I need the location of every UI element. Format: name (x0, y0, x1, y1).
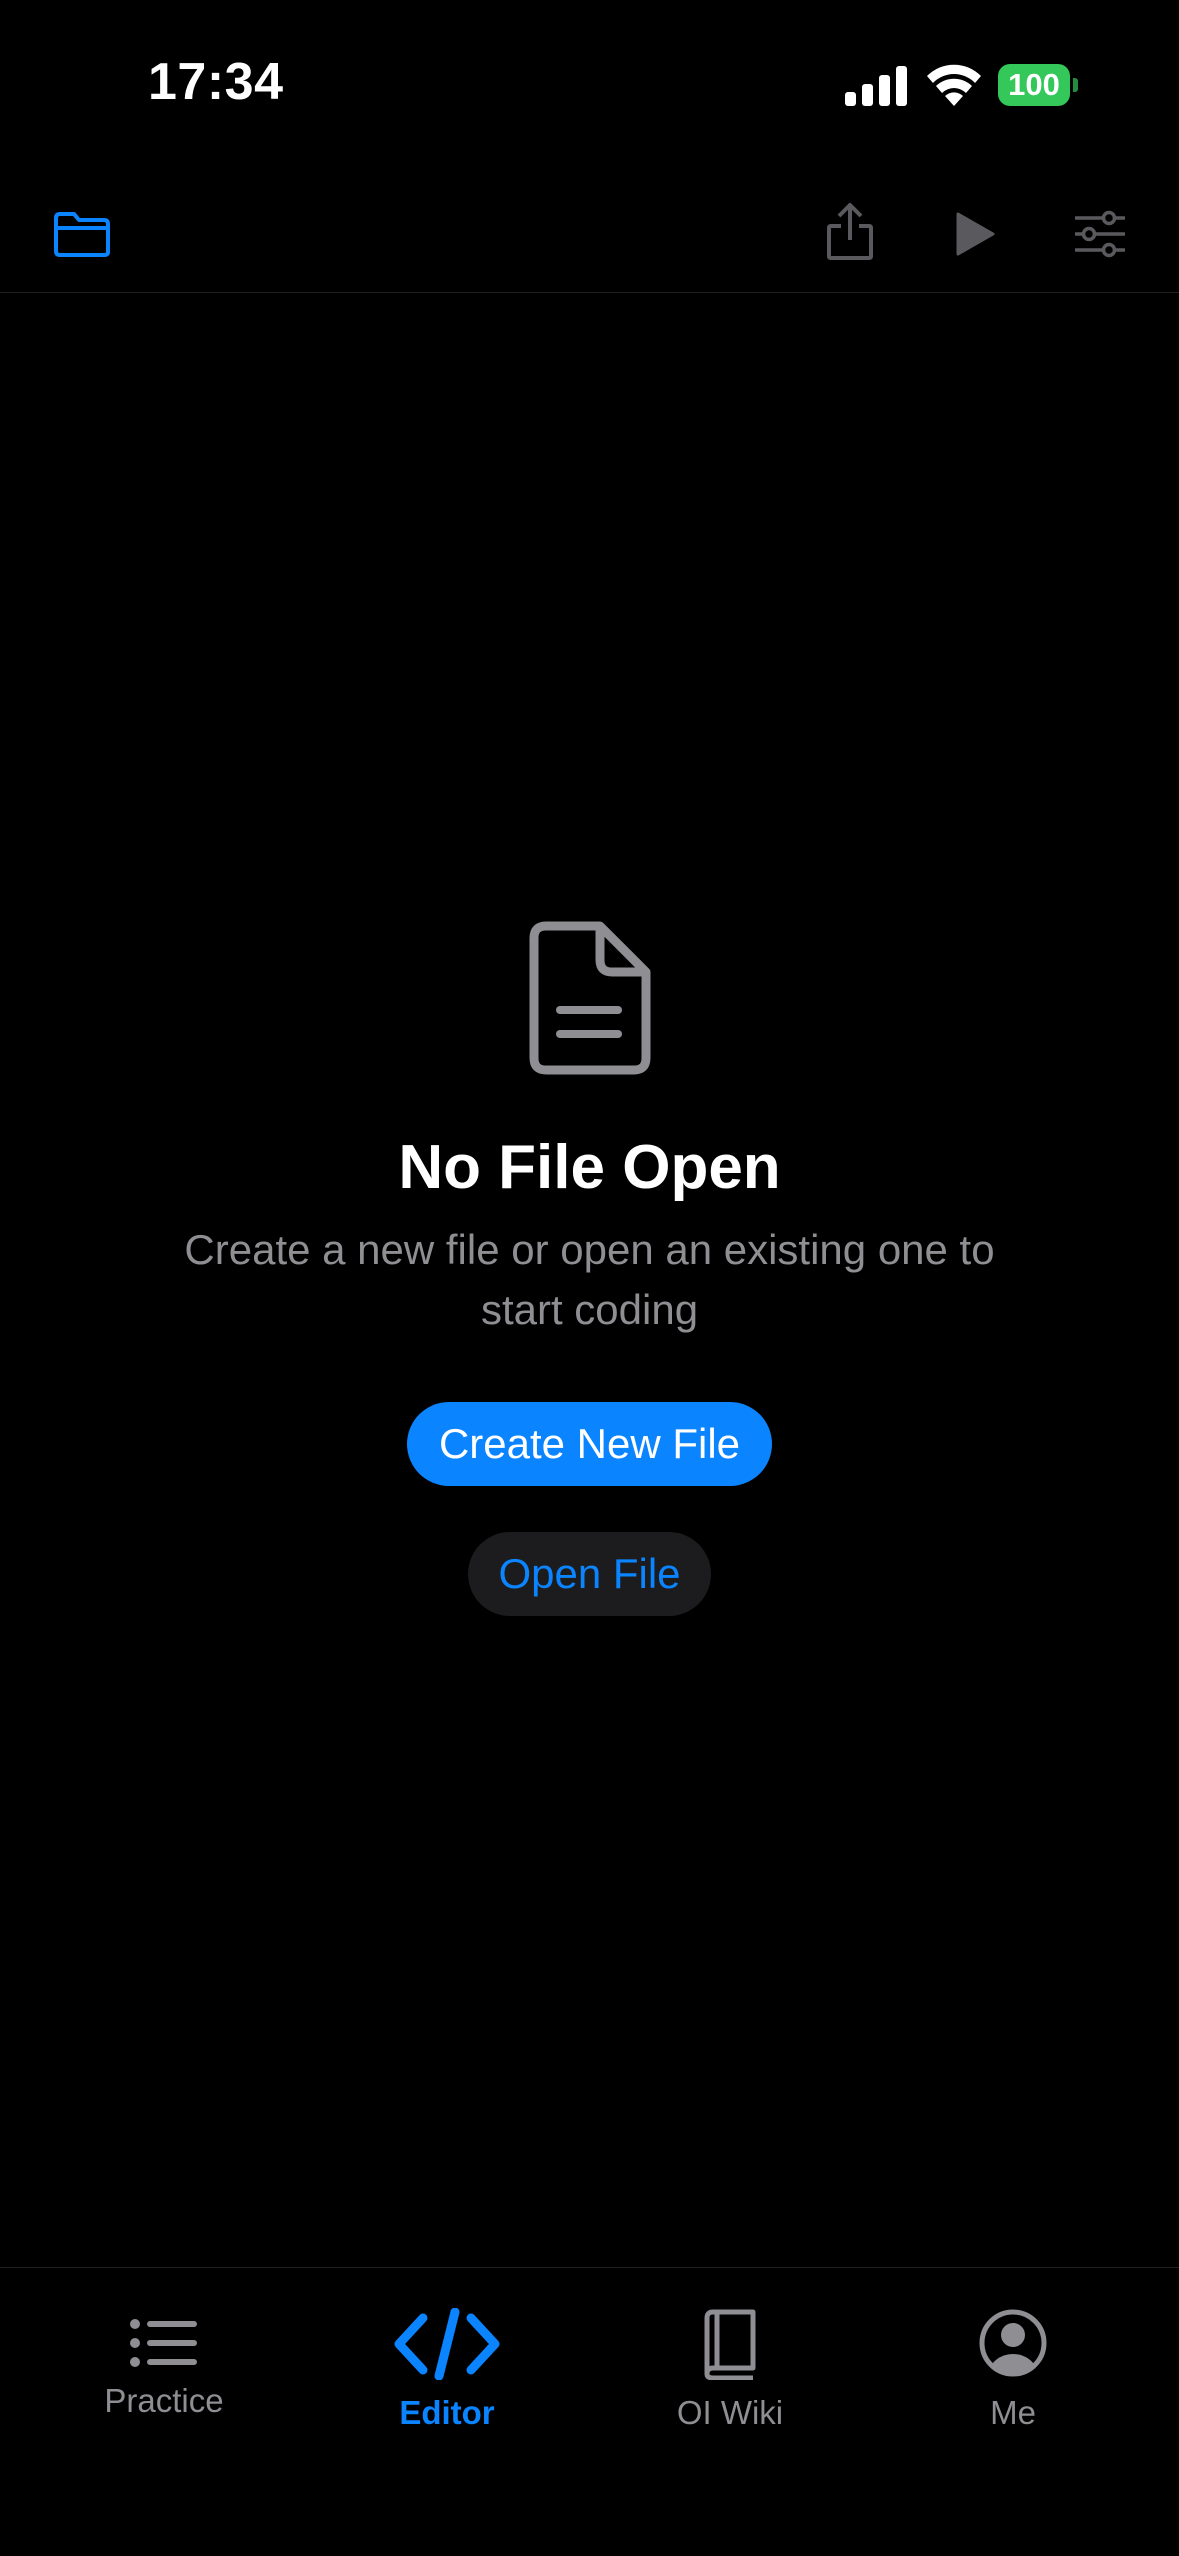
tab-oi-wiki[interactable]: OI Wiki (590, 2268, 870, 2468)
status-bar: 17:34 100 (0, 0, 1179, 175)
list-icon (130, 2319, 197, 2367)
tab-label: Practice (104, 2382, 224, 2419)
battery-indicator: 100 (998, 64, 1078, 106)
editor-settings-button[interactable] (1058, 192, 1142, 276)
sliders-icon (1075, 210, 1125, 258)
wifi-icon (927, 64, 981, 106)
share-button[interactable] (810, 187, 890, 277)
document-icon (529, 921, 650, 1075)
file-browser-button[interactable] (40, 192, 124, 276)
empty-state-subtitle: Create a new file or open an existing on… (184, 1226, 995, 1334)
empty-state-title: No File Open (398, 1133, 781, 1202)
status-time: 17:34 (148, 53, 284, 111)
cellular-signal-icon (845, 66, 907, 106)
play-icon (956, 212, 995, 256)
editor-toolbar (0, 175, 1179, 293)
editor-screen: 17:34 100 No File Open Create a new file… (0, 0, 1179, 2556)
folder-icon (54, 212, 110, 257)
tab-bar: Practice Editor OI Wiki Me (0, 2267, 1179, 2556)
share-icon (827, 203, 873, 260)
tab-label: Me (990, 2394, 1036, 2431)
tab-me[interactable]: Me (873, 2268, 1153, 2468)
create-new-file-button[interactable]: Create New File (406, 1402, 773, 1487)
person-icon (979, 2309, 1047, 2377)
open-file-button[interactable]: Open File (468, 1532, 711, 1617)
code-icon (394, 2308, 500, 2380)
run-button[interactable] (935, 192, 1015, 276)
tab-label: OI Wiki (676, 2394, 784, 2431)
tab-label: Editor (399, 2394, 495, 2431)
tab-editor[interactable]: Editor (307, 2268, 587, 2468)
tab-practice[interactable]: Practice (24, 2268, 304, 2468)
empty-state: No File Open Create a new file or open a… (0, 920, 1179, 1617)
book-icon (704, 2309, 756, 2380)
battery-level: 100 (1008, 67, 1060, 102)
